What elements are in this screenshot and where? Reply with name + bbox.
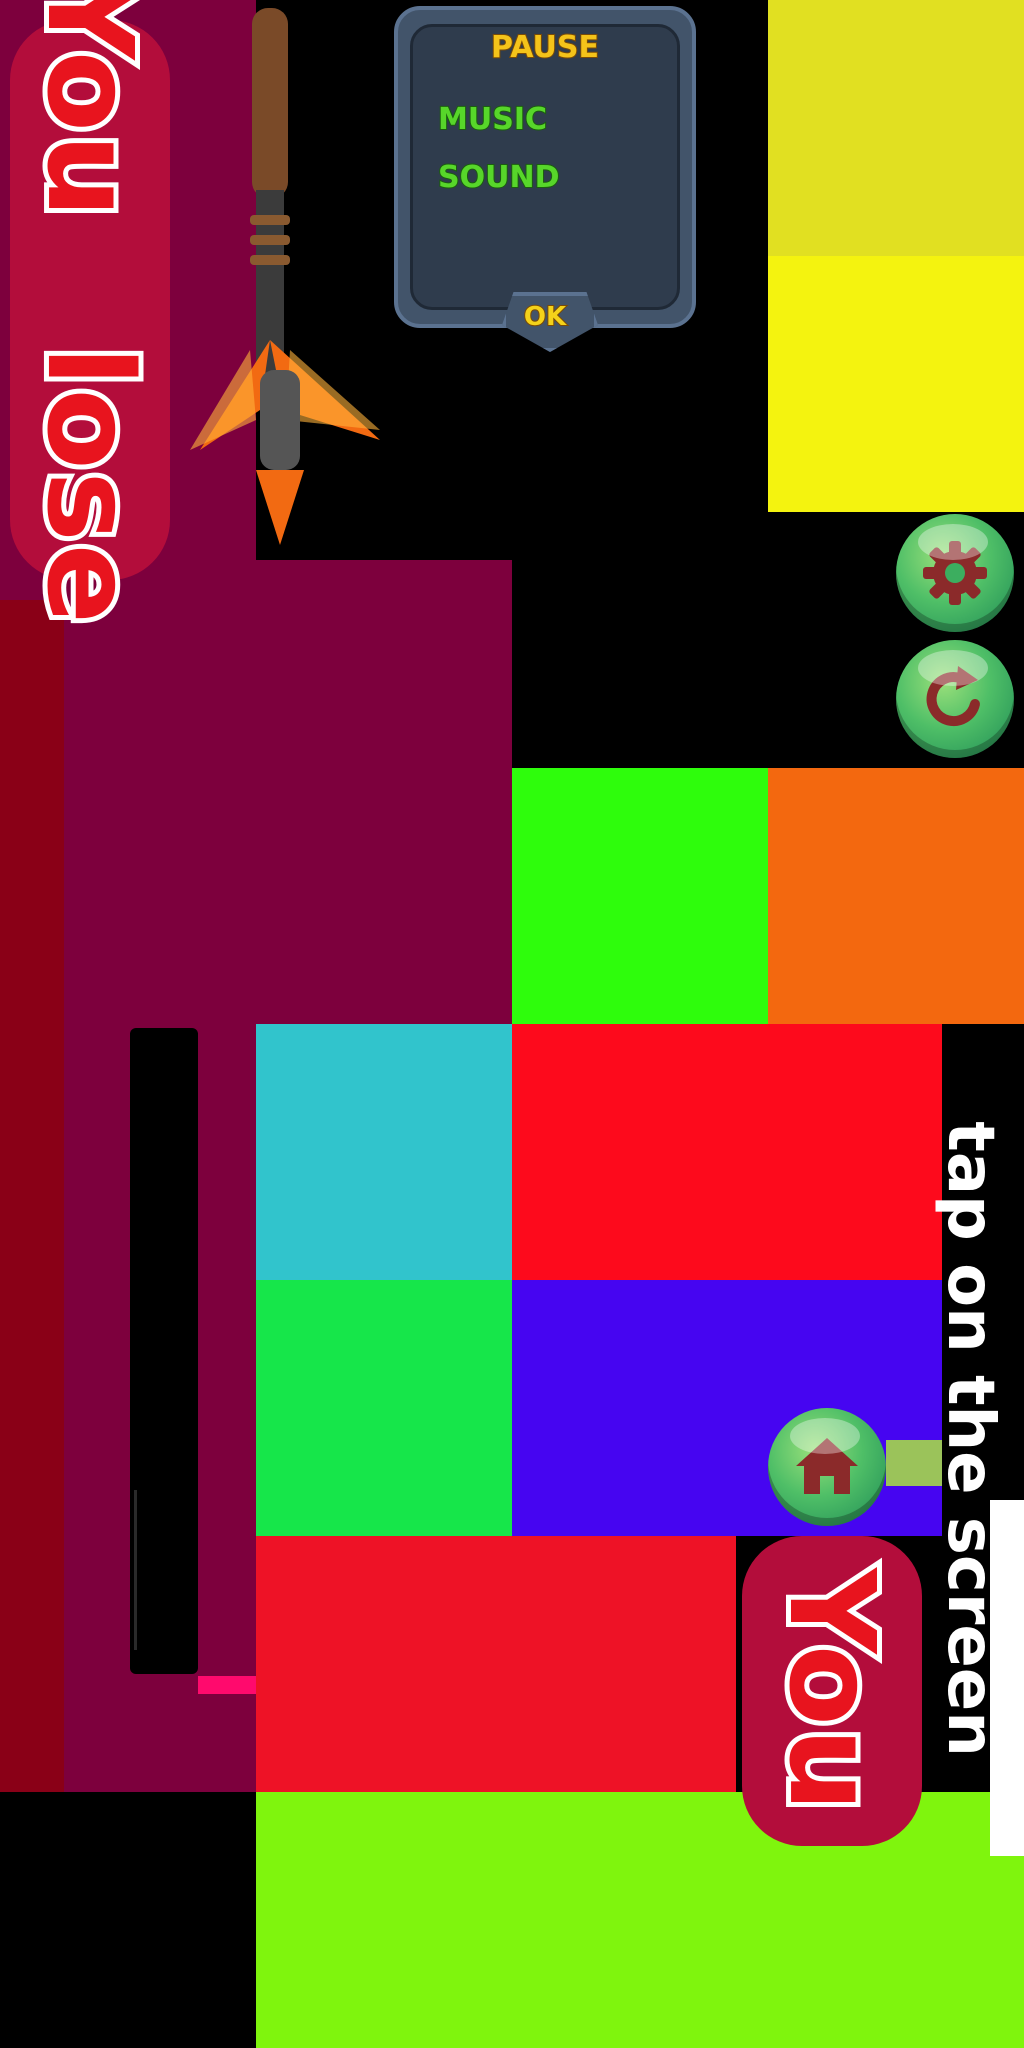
restart-button[interactable] [896,640,1014,758]
orange-block [768,768,1024,1024]
crimson-block [256,1536,736,1792]
yellow-block [768,256,1024,512]
you-word: You [16,0,164,225]
arrow-sprite [190,8,380,545]
progress-bar-track [130,1028,198,1674]
sound-toggle[interactable]: SOUND [437,159,560,196]
dark-red-strip [0,560,64,1792]
pause-title: PAUSE [490,29,600,66]
tap-hint-text: tap on the screen [933,1121,1007,1757]
teal-block [256,1024,512,1280]
red-block [512,1024,942,1280]
ok-label: OK [523,301,567,333]
purple-block [512,1280,942,1536]
you-banner-word: You [758,1563,906,1819]
you-lose-banner: You lose [0,0,180,631]
lime-green-block [256,1280,512,1536]
pink-bar [198,1676,256,1694]
tap-hint: tap on the screen [920,1024,1020,1854]
progress-bar-line [134,1490,137,1650]
pause-panel: PAUSE MUSIC SOUND OK [394,6,696,352]
yellow-block-top [768,0,1024,256]
green-block [512,768,768,1024]
settings-button[interactable] [896,514,1014,632]
home-button[interactable] [768,1408,886,1526]
music-toggle[interactable]: MUSIC [437,101,548,138]
you-banner: You [742,1536,922,1846]
lose-word: lose [16,341,164,631]
